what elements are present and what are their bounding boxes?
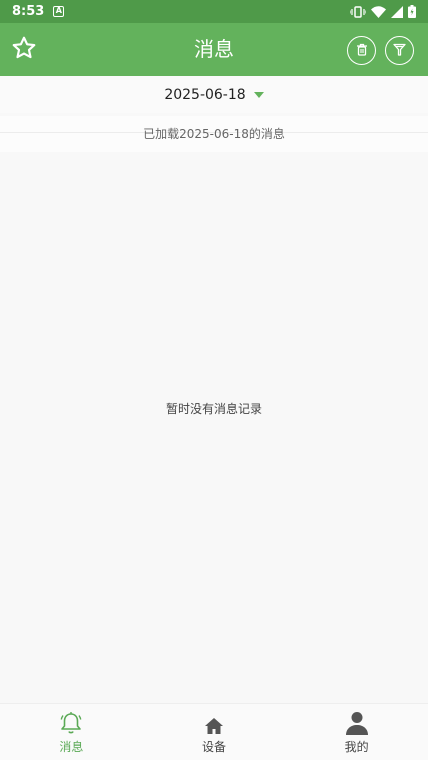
signal-icon bbox=[391, 5, 403, 18]
status-icons bbox=[350, 5, 416, 18]
home-icon bbox=[202, 711, 226, 735]
date-picker[interactable]: 2025-06-18 bbox=[0, 76, 428, 113]
app-bar: 消息 bbox=[0, 23, 428, 76]
person-icon bbox=[345, 711, 369, 735]
bell-icon bbox=[59, 711, 83, 735]
date-value: 2025-06-18 bbox=[164, 86, 246, 103]
nav-item-profile[interactable]: 我的 bbox=[285, 704, 428, 760]
status-time: 8:53 bbox=[12, 4, 45, 19]
loaded-notice: 已加载2025-06-18的消息 bbox=[0, 116, 428, 152]
empty-state-text: 暂时没有消息记录 bbox=[165, 402, 262, 416]
nav-label-devices: 设备 bbox=[202, 740, 227, 754]
filter-icon bbox=[393, 41, 406, 60]
vibrate-icon bbox=[350, 5, 366, 18]
filter-button[interactable] bbox=[385, 36, 414, 65]
loaded-notice-text: 已加载2025-06-18的消息 bbox=[143, 126, 285, 141]
caret-down-icon bbox=[253, 91, 264, 98]
wifi-icon bbox=[371, 5, 386, 18]
battery-icon bbox=[408, 5, 416, 18]
delete-button[interactable] bbox=[347, 36, 376, 65]
app-notification-icon: A bbox=[53, 6, 65, 17]
bottom-nav: 消息 设备 我的 bbox=[0, 703, 428, 760]
nav-item-messages[interactable]: 消息 bbox=[0, 704, 143, 760]
nav-item-devices[interactable]: 设备 bbox=[143, 704, 286, 760]
nav-label-profile: 我的 bbox=[344, 740, 369, 754]
status-bar: 8:53 A bbox=[0, 0, 428, 23]
nav-label-messages: 消息 bbox=[59, 740, 84, 754]
trash-icon bbox=[356, 41, 368, 60]
